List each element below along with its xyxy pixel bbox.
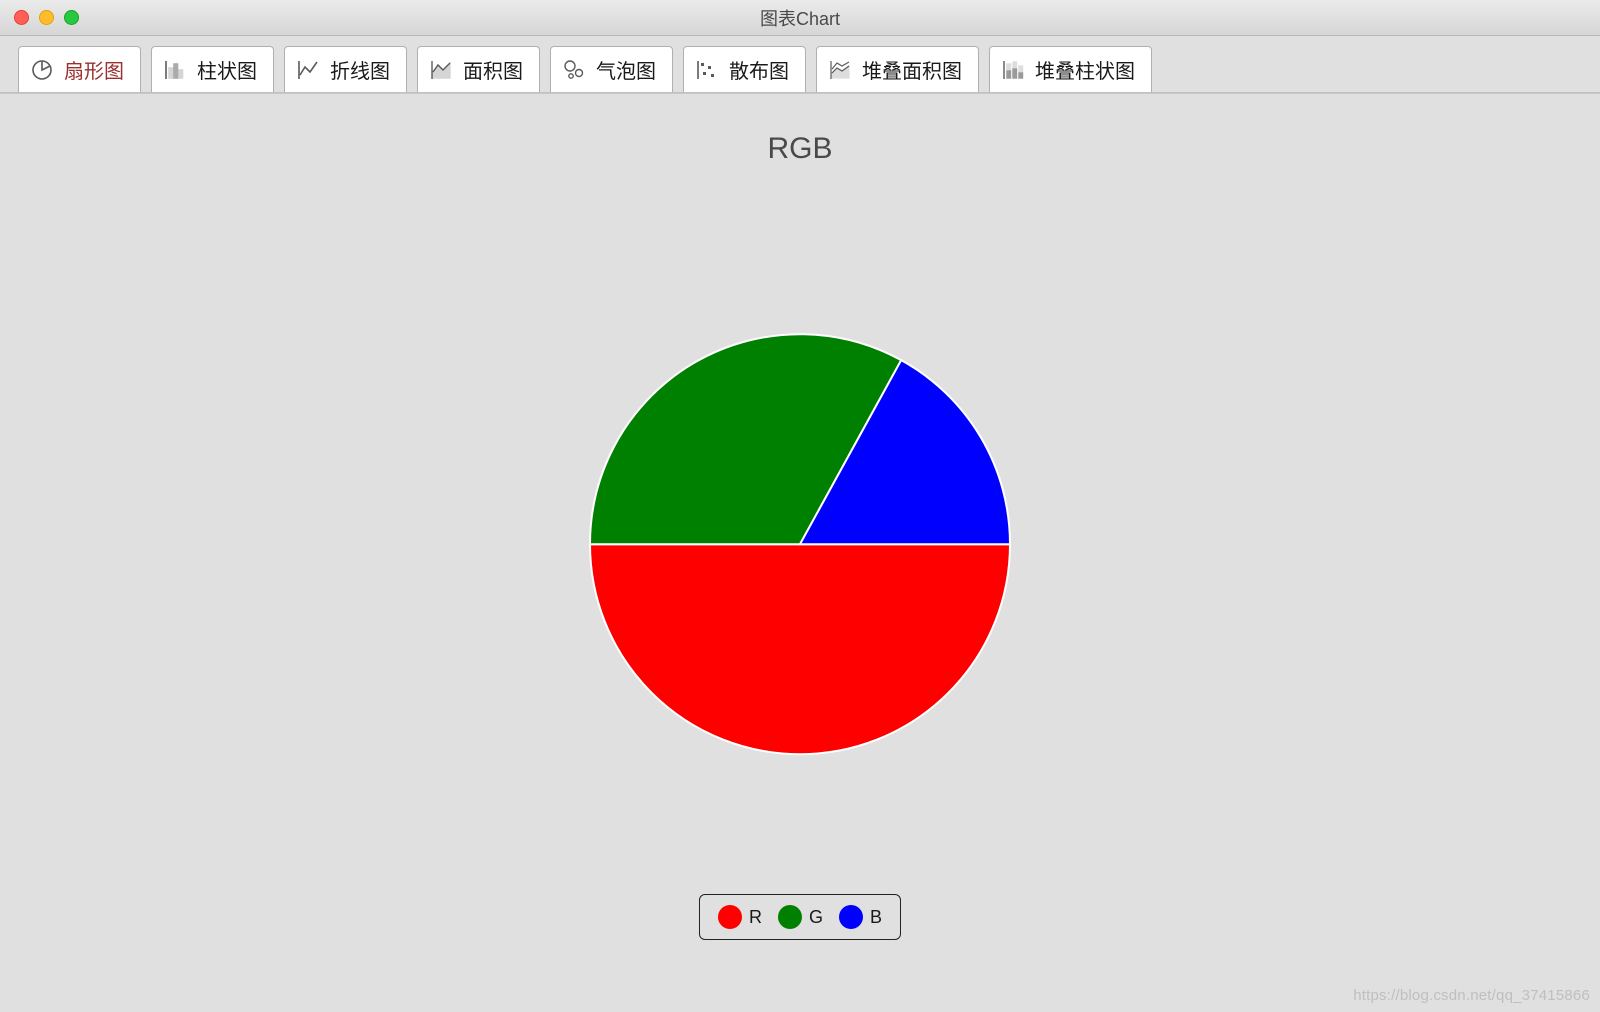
tab-label: 散布图 [729, 55, 789, 84]
tab-bubble[interactable]: 气泡图 [550, 46, 673, 92]
chart-type-tabs: 扇形图 柱状图 折线图 面积 [0, 36, 1600, 93]
minimize-window-button[interactable] [39, 10, 54, 25]
tab-label: 堆叠柱状图 [1035, 55, 1135, 84]
pie-chart [585, 329, 1015, 764]
tab-bar[interactable]: 柱状图 [151, 46, 274, 92]
stacked-area-icon [827, 57, 853, 83]
tab-label: 堆叠面积图 [862, 55, 962, 84]
area-icon [428, 57, 454, 83]
legend-swatch-icon [778, 905, 802, 929]
tab-label: 扇形图 [64, 55, 124, 84]
close-window-button[interactable] [14, 10, 29, 25]
maximize-window-button[interactable] [64, 10, 79, 25]
pie-slice-r[interactable] [590, 544, 1010, 754]
tab-stacked-bar[interactable]: 堆叠柱状图 [989, 46, 1152, 92]
chart-title: RGB [0, 94, 1600, 166]
tab-stacked-area[interactable]: 堆叠面积图 [816, 46, 979, 92]
scatter-icon [694, 57, 720, 83]
legend-label: R [749, 907, 762, 928]
tab-pie[interactable]: 扇形图 [18, 46, 141, 92]
tab-label: 柱状图 [197, 55, 257, 84]
tab-line[interactable]: 折线图 [284, 46, 407, 92]
window-controls [0, 10, 79, 25]
stacked-bar-icon [1000, 57, 1026, 83]
chart-legend: RGB [699, 894, 901, 940]
bubble-icon [561, 57, 587, 83]
tab-label: 折线图 [330, 55, 390, 84]
chart-area: RGB RGB [0, 93, 1600, 982]
tab-label: 气泡图 [596, 55, 656, 84]
title-bar: 图表Chart [0, 0, 1600, 36]
legend-swatch-icon [718, 905, 742, 929]
line-icon [295, 57, 321, 83]
legend-label: B [870, 907, 882, 928]
watermark-text: https://blog.csdn.net/qq_37415866 [1353, 987, 1590, 1004]
legend-item-r[interactable]: R [718, 905, 762, 929]
legend-swatch-icon [839, 905, 863, 929]
tab-scatter[interactable]: 散布图 [683, 46, 806, 92]
legend-item-g[interactable]: G [778, 905, 823, 929]
legend-item-b[interactable]: B [839, 905, 882, 929]
tab-label: 面积图 [463, 55, 523, 84]
tab-area[interactable]: 面积图 [417, 46, 540, 92]
legend-label: G [809, 907, 823, 928]
window-title: 图表Chart [760, 5, 840, 31]
pie-icon [29, 57, 55, 83]
bar-icon [162, 57, 188, 83]
